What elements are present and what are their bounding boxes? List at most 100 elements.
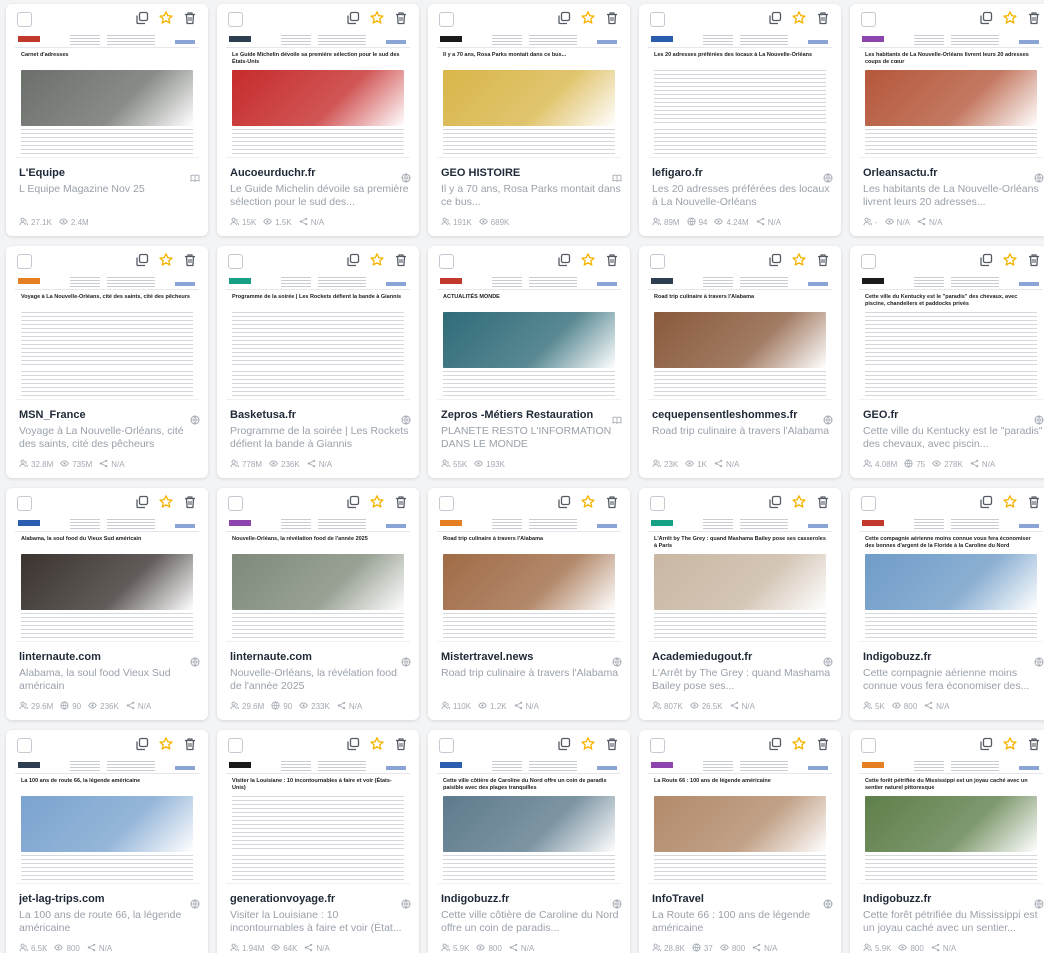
select-checkbox[interactable] xyxy=(228,738,243,753)
select-checkbox[interactable] xyxy=(17,254,32,269)
star-icon[interactable] xyxy=(369,494,385,510)
article-card[interactable]: Cette ville côtière de Caroline du Nord … xyxy=(428,730,630,953)
duplicate-icon[interactable] xyxy=(345,736,361,752)
select-checkbox[interactable] xyxy=(439,12,454,27)
article-thumbnail[interactable]: L'Arrêt by The Grey : quand Mashama Bail… xyxy=(648,516,832,642)
select-checkbox[interactable] xyxy=(861,254,876,269)
article-card[interactable]: ACTUALITÉS MONDE Zepros -Métiers Restaur… xyxy=(428,246,630,478)
star-icon[interactable] xyxy=(580,736,596,752)
delete-icon[interactable] xyxy=(182,10,198,26)
duplicate-icon[interactable] xyxy=(134,736,150,752)
source-name[interactable]: Orleansactu.fr xyxy=(863,167,1043,179)
duplicate-icon[interactable] xyxy=(345,494,361,510)
article-thumbnail[interactable]: Les 20 adresses préférées des locaux à L… xyxy=(648,32,832,158)
delete-icon[interactable] xyxy=(815,10,831,26)
select-checkbox[interactable] xyxy=(228,254,243,269)
delete-icon[interactable] xyxy=(815,736,831,752)
star-icon[interactable] xyxy=(369,736,385,752)
duplicate-icon[interactable] xyxy=(556,494,572,510)
select-checkbox[interactable] xyxy=(439,254,454,269)
delete-icon[interactable] xyxy=(604,10,620,26)
delete-icon[interactable] xyxy=(393,736,409,752)
article-thumbnail[interactable]: La 100 ans de route 66, la légende améri… xyxy=(15,758,199,884)
duplicate-icon[interactable] xyxy=(345,252,361,268)
star-icon[interactable] xyxy=(369,252,385,268)
select-checkbox[interactable] xyxy=(439,496,454,511)
source-name[interactable]: linternaute.com xyxy=(230,651,410,663)
article-card[interactable]: Cette ville du Kentucky est le "paradis"… xyxy=(850,246,1044,478)
article-thumbnail[interactable]: Cette compagnie aérienne moins connue vo… xyxy=(859,516,1043,642)
source-name[interactable]: L'Equipe xyxy=(19,167,199,179)
duplicate-icon[interactable] xyxy=(134,10,150,26)
duplicate-icon[interactable] xyxy=(767,736,783,752)
source-name[interactable]: Indigobuzz.fr xyxy=(863,893,1043,905)
duplicate-icon[interactable] xyxy=(978,252,994,268)
duplicate-icon[interactable] xyxy=(767,10,783,26)
source-name[interactable]: Indigobuzz.fr xyxy=(441,893,621,905)
star-icon[interactable] xyxy=(1002,736,1018,752)
select-checkbox[interactable] xyxy=(17,738,32,753)
delete-icon[interactable] xyxy=(393,494,409,510)
article-card[interactable]: La 100 ans de route 66, la légende améri… xyxy=(6,730,208,953)
select-checkbox[interactable] xyxy=(439,738,454,753)
article-thumbnail[interactable]: La Route 66 : 100 ans de légende américa… xyxy=(648,758,832,884)
article-card[interactable]: Cette forêt pétrifiée du Mississippi est… xyxy=(850,730,1044,953)
delete-icon[interactable] xyxy=(1026,736,1042,752)
delete-icon[interactable] xyxy=(815,252,831,268)
source-name[interactable]: linternaute.com xyxy=(19,651,199,663)
article-card[interactable]: Cette compagnie aérienne moins connue vo… xyxy=(850,488,1044,720)
star-icon[interactable] xyxy=(1002,252,1018,268)
article-thumbnail[interactable]: Road trip culinaire à travers l'Alabama xyxy=(648,274,832,400)
delete-icon[interactable] xyxy=(1026,494,1042,510)
duplicate-icon[interactable] xyxy=(767,494,783,510)
article-card[interactable]: Programme de la soirée | Les Rockets déf… xyxy=(217,246,419,478)
star-icon[interactable] xyxy=(158,10,174,26)
article-thumbnail[interactable]: ACTUALITÉS MONDE xyxy=(437,274,621,400)
duplicate-icon[interactable] xyxy=(134,252,150,268)
duplicate-icon[interactable] xyxy=(978,494,994,510)
duplicate-icon[interactable] xyxy=(978,736,994,752)
article-card[interactable]: L'Arrêt by The Grey : quand Mashama Bail… xyxy=(639,488,841,720)
source-name[interactable]: Mistertravel.news xyxy=(441,651,621,663)
source-name[interactable]: Academiedugout.fr xyxy=(652,651,832,663)
article-card[interactable]: Carnet d'adresses L'Equipe L Equipe Maga… xyxy=(6,4,208,236)
delete-icon[interactable] xyxy=(815,494,831,510)
star-icon[interactable] xyxy=(580,10,596,26)
article-thumbnail[interactable]: Voyage à La Nouvelle-Orléans, cité des s… xyxy=(15,274,199,400)
delete-icon[interactable] xyxy=(1026,10,1042,26)
star-icon[interactable] xyxy=(1002,494,1018,510)
article-thumbnail[interactable]: Carnet d'adresses xyxy=(15,32,199,158)
star-icon[interactable] xyxy=(158,736,174,752)
duplicate-icon[interactable] xyxy=(134,494,150,510)
source-name[interactable]: generationvoyage.fr xyxy=(230,893,410,905)
delete-icon[interactable] xyxy=(1026,252,1042,268)
article-card[interactable]: Road trip culinaire à travers l'Alabama … xyxy=(428,488,630,720)
article-thumbnail[interactable]: Alabama, la soul food du Vieux Sud améri… xyxy=(15,516,199,642)
source-name[interactable]: Indigobuzz.fr xyxy=(863,651,1043,663)
duplicate-icon[interactable] xyxy=(345,10,361,26)
star-icon[interactable] xyxy=(791,736,807,752)
article-card[interactable]: Alabama, la soul food du Vieux Sud améri… xyxy=(6,488,208,720)
article-card[interactable]: La Route 66 : 100 ans de légende américa… xyxy=(639,730,841,953)
delete-icon[interactable] xyxy=(393,10,409,26)
select-checkbox[interactable] xyxy=(861,12,876,27)
select-checkbox[interactable] xyxy=(650,738,665,753)
article-card[interactable]: Voyage à La Nouvelle-Orléans, cité des s… xyxy=(6,246,208,478)
article-thumbnail[interactable]: Il y a 70 ans, Rosa Parks montait dans c… xyxy=(437,32,621,158)
delete-icon[interactable] xyxy=(604,494,620,510)
star-icon[interactable] xyxy=(580,494,596,510)
duplicate-icon[interactable] xyxy=(556,736,572,752)
star-icon[interactable] xyxy=(791,10,807,26)
select-checkbox[interactable] xyxy=(861,738,876,753)
select-checkbox[interactable] xyxy=(650,496,665,511)
select-checkbox[interactable] xyxy=(228,12,243,27)
article-thumbnail[interactable]: Les habitants de La Nouvelle-Orléans liv… xyxy=(859,32,1043,158)
article-thumbnail[interactable]: Cette ville côtière de Caroline du Nord … xyxy=(437,758,621,884)
duplicate-icon[interactable] xyxy=(556,252,572,268)
star-icon[interactable] xyxy=(158,252,174,268)
article-thumbnail[interactable]: Road trip culinaire à travers l'Alabama xyxy=(437,516,621,642)
delete-icon[interactable] xyxy=(182,252,198,268)
article-thumbnail[interactable]: Le Guide Michelin dévoile sa première sé… xyxy=(226,32,410,158)
duplicate-icon[interactable] xyxy=(767,252,783,268)
source-name[interactable]: lefigaro.fr xyxy=(652,167,832,179)
